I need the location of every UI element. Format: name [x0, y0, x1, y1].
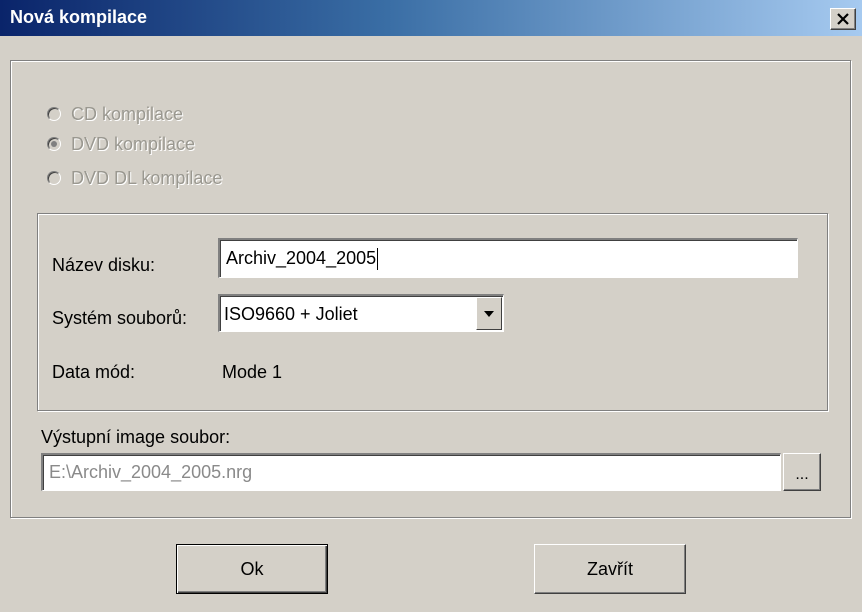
- close-window-button[interactable]: [830, 8, 856, 30]
- radio-label: CD kompilace: [71, 103, 184, 124]
- file-system-value: ISO9660 + Joliet: [224, 304, 358, 324]
- radio-button-selected[interactable]: [47, 137, 61, 151]
- title-bar[interactable]: Nová kompilace: [0, 0, 862, 36]
- browse-button[interactable]: ...: [783, 453, 821, 491]
- file-system-select[interactable]: ISO9660 + Joliet: [218, 294, 504, 332]
- browse-label: ...: [795, 466, 809, 483]
- output-path-value: E:\Archiv_2004_2005.nrg: [49, 462, 253, 482]
- new-compilation-dialog: Nová kompilace CD kompilace DVD kompilac…: [0, 0, 862, 612]
- disc-name-value: Archiv_2004_2005: [226, 248, 377, 268]
- compilation-settings-group: CD kompilace DVD kompilace DVD DL kompil…: [10, 60, 851, 518]
- chevron-down-icon: [484, 310, 494, 317]
- ok-label: Ok: [240, 558, 264, 579]
- disc-name-input[interactable]: Archiv_2004_2005: [218, 238, 798, 278]
- radio-button[interactable]: [47, 107, 61, 121]
- radio-dvd-dl-compilation[interactable]: DVD DL kompilace: [47, 167, 222, 189]
- radio-button[interactable]: [47, 171, 61, 185]
- output-image-label: Výstupní image soubor:: [41, 427, 231, 447]
- close-button[interactable]: Zavřít: [534, 544, 686, 594]
- radio-label: DVD DL kompilace: [71, 167, 223, 188]
- close-label: Zavřít: [586, 558, 633, 579]
- data-mode-label: Data mód:: [52, 362, 136, 382]
- window-title: Nová kompilace: [10, 7, 148, 27]
- data-mode-value: Mode 1: [222, 362, 283, 382]
- radio-label: DVD kompilace: [71, 133, 196, 154]
- radio-cd-compilation[interactable]: CD kompilace: [47, 103, 183, 125]
- output-path-input[interactable]: E:\Archiv_2004_2005.nrg: [41, 453, 781, 491]
- ok-button[interactable]: Ok: [176, 544, 328, 594]
- radio-dvd-compilation[interactable]: DVD kompilace: [47, 133, 195, 155]
- text-caret: [377, 247, 379, 270]
- file-system-label: Systém souborů:: [52, 308, 188, 328]
- close-icon: [837, 13, 849, 25]
- disc-name-label: Název disku:: [52, 255, 156, 275]
- disc-properties-group: Název disku: Archiv_2004_2005 Systém sou…: [37, 213, 828, 411]
- dropdown-button[interactable]: [476, 297, 502, 330]
